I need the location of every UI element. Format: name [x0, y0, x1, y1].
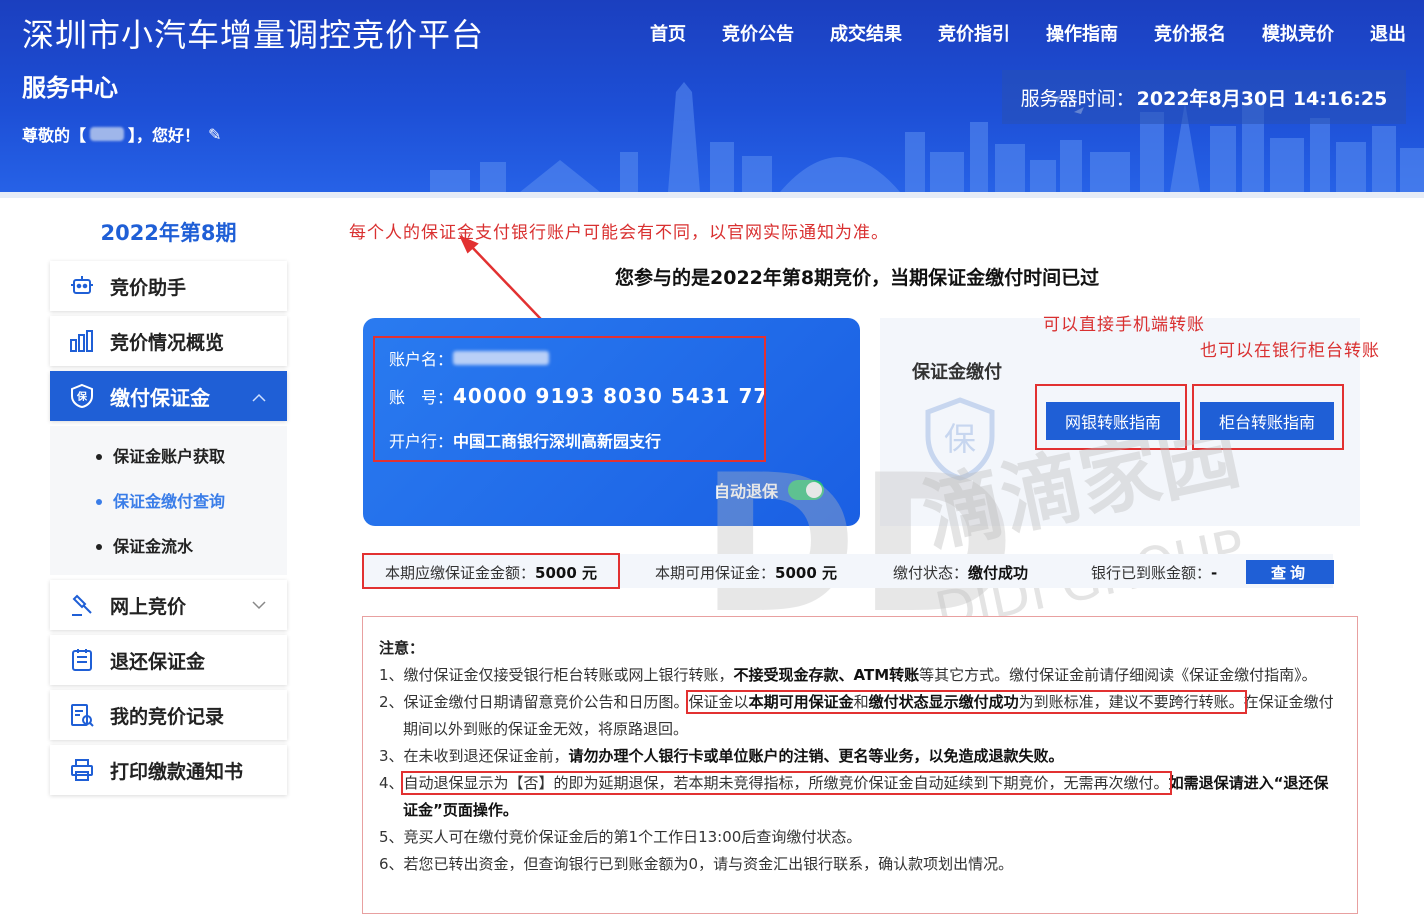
highlight-due-amount — [362, 553, 620, 589]
robot-icon — [68, 272, 96, 300]
sidebar-item-label: 我的竞价记录 — [110, 705, 225, 728]
auto-refund-label: 自动退保 — [713, 482, 778, 501]
nav-results[interactable]: 成交结果 — [830, 20, 902, 46]
deposit-submenu: 保证金账户获取 保证金缴付查询 保证金流水 — [50, 426, 287, 575]
nav-bid-guide[interactable]: 竞价指引 — [938, 20, 1010, 46]
highlight-online-button — [1035, 384, 1187, 450]
notice-line-2: 2、保证金缴付日期请留意竞价公告和日历图。保证金以本期可用保证金和缴付状态显示缴… — [379, 690, 1334, 738]
server-time-label: 服务器时间： — [1020, 87, 1135, 110]
auto-refund: 自动退保 — [714, 478, 824, 502]
submenu-item-payment-query[interactable]: 保证金缴付查询 — [50, 479, 287, 524]
sidebar-item-label: 缴付保证金 — [110, 385, 210, 410]
notice-line-6: 6、若您已转出资金，但查询银行已到账金额为0，请与资金汇出银行联系，确认款项划出… — [379, 855, 1014, 873]
sidebar-item-label: 竞价助手 — [110, 276, 187, 299]
bar-chart-icon — [68, 327, 96, 355]
sidebar-item-label: 竞价情况概览 — [110, 331, 225, 354]
chevron-up-icon — [251, 387, 267, 411]
record-search-icon — [68, 701, 96, 729]
sidebar-item-bid-assistant[interactable]: 竞价助手 — [50, 261, 287, 311]
submenu-item-flow[interactable]: 保证金流水 — [50, 524, 287, 569]
greeting-suffix: 】，您好！ — [128, 126, 201, 145]
sidebar-item-bid-overview[interactable]: 竞价情况概览 — [50, 316, 287, 366]
auto-refund-toggle[interactable] — [788, 480, 824, 500]
period-title: 2022年第8期 — [100, 221, 237, 245]
notice-box: 注意： 1、缴付保证金仅接受银行柜台转账或网上银行转账，不接受现金存款、ATM转… — [362, 616, 1358, 914]
printer-icon — [68, 756, 96, 784]
sidebar-item-pay-deposit[interactable]: 保 缴付保证金 — [50, 371, 287, 421]
sidebar-item-refund-deposit[interactable]: 退还保证金 — [50, 635, 287, 685]
header: 深圳市小汽车增量调控竞价平台 服务中心 尊敬的【 】，您好！ ✎ 首页 竞价公告… — [0, 0, 1424, 198]
edit-pencil-icon[interactable]: ✎ — [208, 125, 221, 144]
nav-registration[interactable]: 竞价报名 — [1154, 20, 1226, 46]
notice-line-1: 1、缴付保证金仅接受银行柜台转账或网上银行转账，不接受现金存款、ATM转账等其它… — [379, 666, 1317, 684]
submenu-item-account[interactable]: 保证金账户获取 — [50, 434, 287, 479]
shield-bao-icon: 保 — [68, 382, 96, 410]
server-time-box: 服务器时间： 2022年8月30日 14:16:25 — [1002, 70, 1406, 124]
gavel-icon — [68, 591, 96, 619]
site-title: 深圳市小汽车增量调控竞价平台 — [22, 16, 485, 54]
shield-watermark-icon: 保 — [925, 397, 995, 481]
chevron-down-icon — [251, 596, 267, 618]
sidebar-item-label: 打印缴款通知书 — [110, 760, 244, 783]
service-center-title: 服务中心 — [22, 74, 118, 102]
sidebar: 2022年第8期 竞价助手 竞价情况概览 保 缴付保证金 保证金账户获取 保证金… — [50, 215, 287, 800]
greeting-prefix: 尊敬的【 — [22, 126, 87, 145]
nav-logout[interactable]: 退出 — [1370, 20, 1406, 46]
sidebar-item-online-bid[interactable]: 网上竞价 — [50, 580, 287, 630]
nav-simulation[interactable]: 模拟竞价 — [1262, 20, 1334, 46]
highlight-account-box — [373, 336, 766, 462]
sidebar-item-label: 退还保证金 — [110, 650, 206, 673]
sidebar-item-label: 网上竞价 — [110, 595, 187, 618]
nav-operation-guide[interactable]: 操作指南 — [1046, 20, 1118, 46]
arrived-amount: 银行已到账金额：- — [1091, 564, 1218, 582]
payment-status: 缴付状态：缴付成功 — [893, 564, 1029, 582]
available-amount: 本期可用保证金：5000 元 — [655, 564, 837, 582]
annotation-counter-transfer: 也可以在银行柜台转账 — [1200, 341, 1380, 361]
annotation-account-note: 每个人的保证金支付银行账户可能会有不同，以官网实际通知为准。 — [349, 223, 889, 243]
svg-text:保: 保 — [76, 390, 88, 403]
annotation-mobile-transfer: 可以直接手机端转账 — [1043, 315, 1205, 335]
server-time-value: 2022年8月30日 14:16:25 — [1136, 87, 1388, 110]
page-heading: 您参与的是2022年第8期竞价，当期保证金缴付时间已过 — [615, 267, 1100, 289]
refund-doc-icon — [68, 646, 96, 674]
notice-line-4: 4、自动退保显示为【否】的即为延期退保，若本期未竞得指标，所缴竞价保证金自动延续… — [379, 771, 1329, 819]
nav-home[interactable]: 首页 — [650, 20, 686, 46]
notice-line-3: 3、在未收到退还保证金前，请勿办理个人银行卡或单位账户的注销、更名等业务，以免造… — [379, 747, 1064, 765]
query-button[interactable]: 查询 — [1246, 560, 1334, 584]
user-greeting: 尊敬的【 】，您好！ ✎ — [22, 122, 221, 146]
notice-title: 注意： — [379, 639, 425, 657]
top-nav: 首页 竞价公告 成交结果 竞价指引 操作指南 竞价报名 模拟竞价 退出 — [650, 20, 1406, 46]
payment-panel-title: 保证金缴付 — [912, 362, 1002, 383]
nav-announcement[interactable]: 竞价公告 — [722, 20, 794, 46]
notice-line-5: 5、竞买人可在缴付竞价保证金后的第1个工作日13:00后查询缴付状态。 — [379, 828, 862, 846]
highlight-counter-button — [1192, 384, 1344, 450]
svg-text:保: 保 — [944, 420, 976, 458]
sidebar-item-my-records[interactable]: 我的竞价记录 — [50, 690, 287, 740]
blurred-username — [90, 127, 125, 141]
sidebar-item-print-notice[interactable]: 打印缴款通知书 — [50, 745, 287, 795]
